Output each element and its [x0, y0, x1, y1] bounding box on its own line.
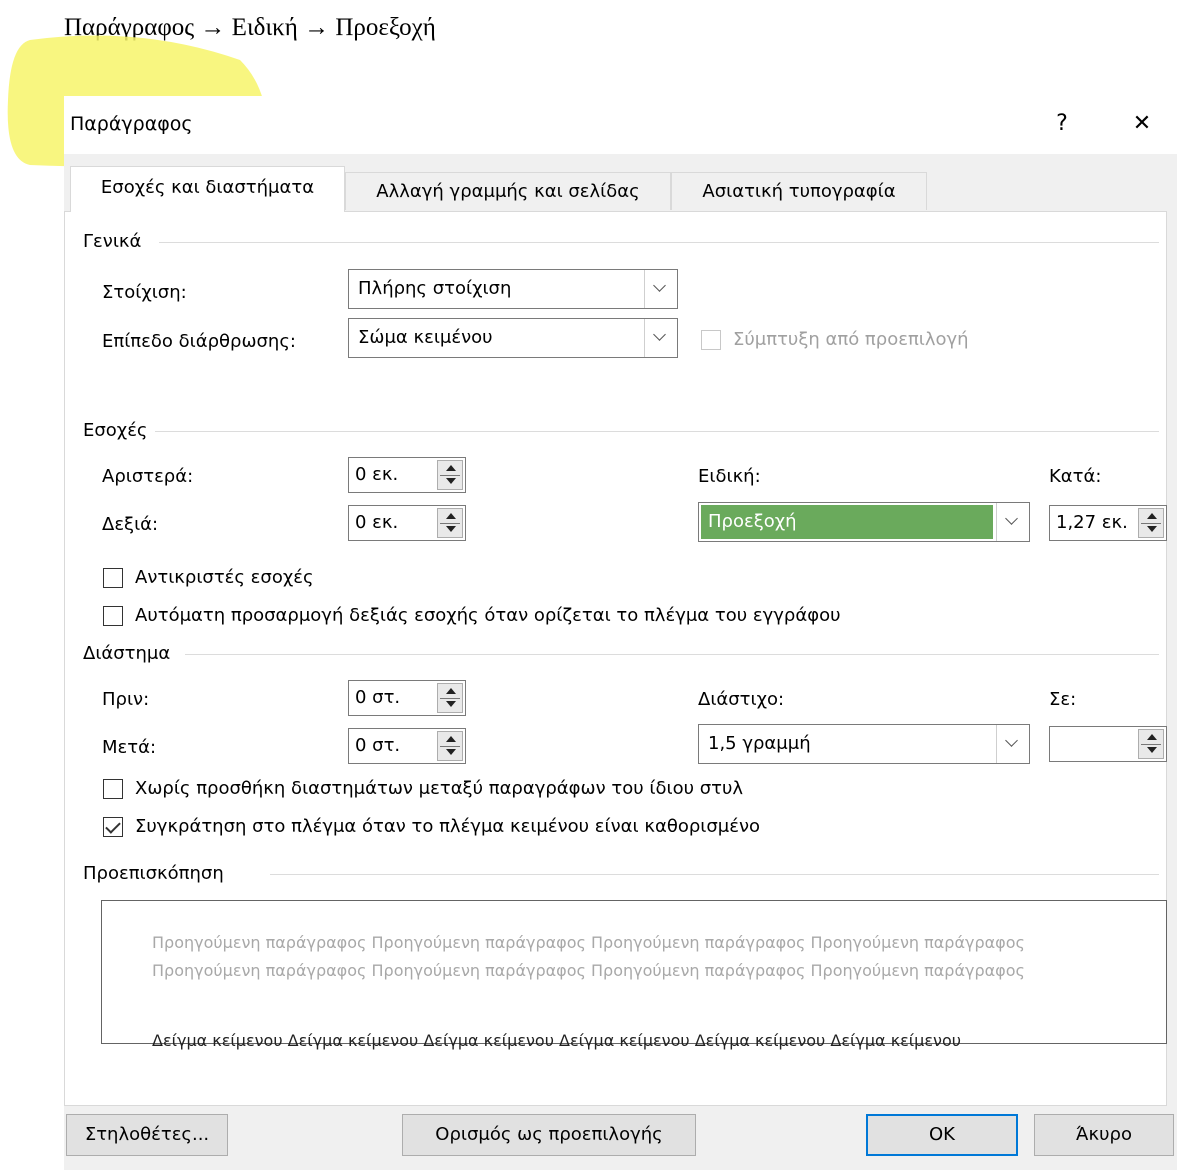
alignment-label: Στοίχιση: [102, 282, 187, 303]
preview-group-header: Προεπισκόπηση [83, 863, 224, 884]
left-indent-label: Αριστερά: [102, 466, 194, 487]
by-value: 1,27 εκ. [1056, 512, 1128, 533]
chevron-down-icon [653, 279, 666, 292]
ok-button[interactable]: OK [866, 1114, 1018, 1156]
right-indent-value: 0 εκ. [355, 512, 399, 533]
outline-level-value: Σώμα κειμένου [358, 327, 493, 348]
indentation-group-header: Εσοχές [83, 420, 148, 441]
auto-adjust-indent-checkbox[interactable] [103, 606, 123, 626]
space-after-value: 0 στ. [355, 735, 401, 756]
left-indent-spinner[interactable]: 0 εκ. [348, 457, 466, 493]
title-bar: Παράγραφος ? ✕ [64, 96, 1177, 154]
group-divider [185, 654, 1159, 655]
outline-level-label: Επίπεδο διάρθρωσης: [102, 331, 296, 352]
preview-previous-paragraph: Προηγούμενη παράγραφος Προηγούμενη παράγ… [152, 933, 1025, 980]
by-spinner[interactable]: 1,27 εκ. [1049, 505, 1167, 541]
special-indent-label: Ειδική: [698, 466, 761, 487]
line-spacing-label: Διάστιχο: [698, 689, 785, 710]
tabs-button[interactable]: Στηλοθέτες... [66, 1114, 228, 1156]
preview-sample-text: Δείγμα κείμενου Δείγμα κείμενου Δείγμα κ… [152, 1031, 961, 1050]
alignment-select[interactable]: Πλήρης στοίχιση [348, 269, 678, 309]
help-button[interactable]: ? [1042, 104, 1082, 144]
set-as-default-button[interactable]: Ορισμός ως προεπιλογής [402, 1114, 696, 1156]
special-indent-select[interactable]: Προεξοχή [698, 502, 1030, 542]
spinner-arrows[interactable] [1138, 508, 1164, 538]
group-divider [270, 874, 1159, 875]
chevron-down-icon [1005, 734, 1018, 747]
special-indent-value: Προεξοχή [708, 511, 797, 532]
collapse-default-label: Σύμπτυξη από προεπιλογή [733, 329, 969, 350]
preview-box: Προηγούμενη παράγραφος Προηγούμενη παράγ… [101, 900, 1167, 1050]
by-label: Κατά: [1049, 466, 1102, 487]
left-indent-value: 0 εκ. [355, 464, 399, 485]
space-after-spinner[interactable]: 0 στ. [348, 728, 466, 764]
alignment-value: Πλήρης στοίχιση [358, 278, 512, 299]
space-before-label: Πριν: [102, 689, 150, 710]
mirror-indents-checkbox[interactable] [103, 568, 123, 588]
no-space-same-style-checkbox[interactable] [103, 779, 123, 799]
right-indent-spinner[interactable]: 0 εκ. [348, 505, 466, 541]
spinner-arrows[interactable] [437, 508, 463, 538]
checkmark-icon [105, 818, 121, 834]
at-label: Σε: [1049, 689, 1077, 710]
collapse-default-checkbox[interactable] [701, 330, 721, 350]
cancel-button[interactable]: Άκυρο [1034, 1114, 1174, 1156]
snap-to-grid-label: Συγκράτηση στο πλέγμα όταν το πλέγμα κει… [135, 816, 761, 837]
space-before-value: 0 στ. [355, 687, 401, 708]
chevron-down-icon [653, 328, 666, 341]
line-spacing-select[interactable]: 1,5 γραμμή [698, 724, 1030, 764]
tab-line-page-breaks[interactable]: Αλλαγή γραμμής και σελίδας [345, 172, 671, 210]
spinner-arrows[interactable] [1138, 729, 1164, 759]
group-divider [155, 431, 1159, 432]
outline-level-select[interactable]: Σώμα κειμένου [348, 318, 678, 358]
spacing-group-header: Διάστημα [83, 643, 171, 664]
space-after-label: Μετά: [102, 737, 157, 758]
tab-indents-spacing[interactable]: Εσοχές και διαστήματα [70, 166, 345, 212]
line-spacing-value: 1,5 γραμμή [708, 733, 811, 754]
spinner-arrows[interactable] [437, 683, 463, 713]
no-space-same-style-label: Χωρίς προσθήκη διαστημάτων μεταξύ παραγρ… [135, 778, 744, 799]
spinner-arrows[interactable] [437, 460, 463, 490]
auto-adjust-indent-label: Αυτόματη προσαρμογή δεξιάς εσοχής όταν ο… [135, 605, 841, 626]
space-before-spinner[interactable]: 0 στ. [348, 680, 466, 716]
tab-pane: Γενικά Στοίχιση: Πλήρης στοίχιση Επίπεδο… [64, 211, 1167, 1106]
general-group-header: Γενικά [83, 231, 142, 252]
at-spinner[interactable] [1049, 726, 1167, 762]
chevron-down-icon [1005, 512, 1018, 525]
right-indent-label: Δεξιά: [102, 514, 159, 535]
mirror-indents-label: Αντικριστές εσοχές [135, 567, 314, 588]
paragraph-dialog: Παράγραφος ? ✕ Εσοχές και διαστήματα Αλλ… [64, 96, 1177, 1170]
spinner-arrows[interactable] [437, 731, 463, 761]
dialog-title: Παράγραφος [70, 113, 193, 135]
close-icon[interactable]: ✕ [1122, 104, 1162, 144]
group-divider [159, 242, 1159, 243]
tab-asian-typography[interactable]: Ασιατική τυπογραφία [671, 172, 927, 210]
snap-to-grid-checkbox[interactable] [103, 817, 123, 837]
